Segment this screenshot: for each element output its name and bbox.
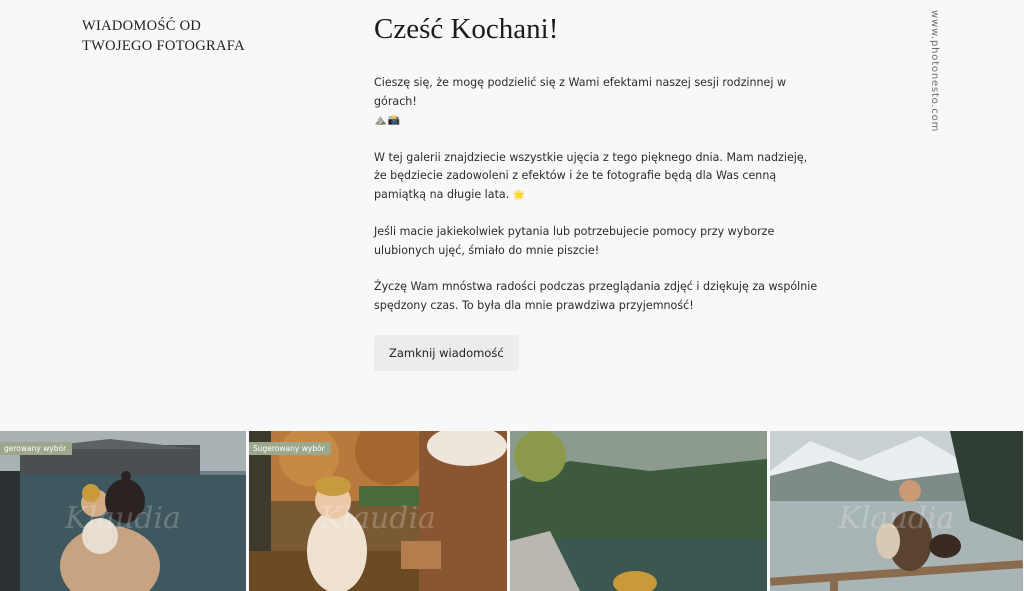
message-paragraph-4: Życzę Wam mnóstwa radości podczas przegl… — [374, 278, 819, 315]
child-autumn-photo — [249, 431, 507, 591]
paragraph-text: Jeśli macie jakiekolwiek pytania lub pot… — [374, 225, 775, 257]
paragraph-text: Życzę Wam mnóstwa radości podczas przegl… — [374, 280, 818, 312]
message-paragraph-2: W tej galerii znajdziecie wszystkie ujęc… — [374, 149, 819, 206]
message-greeting: Cześć Kochani! — [374, 13, 559, 45]
message-body: Cieszę się, że mogę podzielić się z Wami… — [374, 74, 819, 315]
message-panel: Cześć Kochani! Cieszę się, że mogę podzi… — [374, 10, 819, 371]
family-lake-photo — [0, 431, 246, 591]
paragraph-text: Cieszę się, że mogę podzielić się z Wami… — [374, 76, 787, 108]
sender-line-2: Twojego fotografa — [82, 38, 245, 54]
suggested-badge: Sugerowany wybór — [249, 442, 331, 455]
gallery-photo-2[interactable]: Sugerowany wybór Klaudia — [249, 431, 507, 591]
studio-domain: www.photonesto.com — [929, 10, 940, 133]
gallery-photo-3[interactable] — [510, 431, 767, 591]
sender-heading: Wiadomość od Twojego fotografa — [82, 16, 282, 56]
sender-line-1: Wiadomość od — [82, 18, 202, 34]
gallery-photo-1[interactable]: gerowany wybór Klaudia — [0, 431, 246, 591]
photo-gallery: gerowany wybór Klaudia Sugerowany wybór — [0, 431, 1024, 591]
forest-lake-photo — [510, 431, 767, 591]
suggested-badge: gerowany wybór — [0, 442, 73, 455]
mountain-lake-photo — [770, 431, 1023, 591]
gallery-photo-4[interactable]: Klaudia — [770, 431, 1023, 591]
mountain-camera-emoji: ⛰️📸 — [374, 115, 401, 126]
message-page: Wiadomość od Twojego fotografa www.photo… — [0, 0, 1024, 591]
message-paragraph-1: Cieszę się, że mogę podzielić się z Wami… — [374, 74, 819, 131]
message-paragraph-3: Jeśli macie jakiekolwiek pytania lub pot… — [374, 223, 819, 260]
star-emoji: 🌟 — [512, 189, 527, 201]
close-message-button[interactable]: Zamknij wiadomość — [374, 335, 519, 371]
paragraph-text: W tej galerii znajdziecie wszystkie ujęc… — [374, 150, 808, 201]
